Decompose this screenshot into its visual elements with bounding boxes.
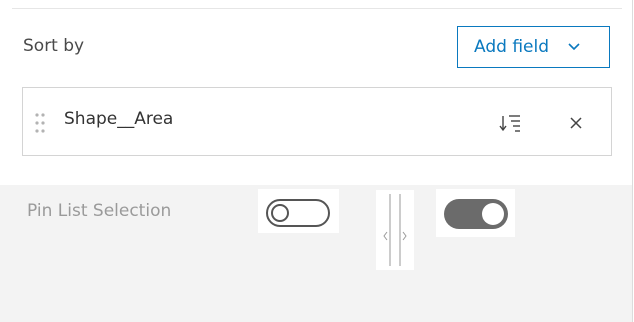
settings-frame: Sort by Add field Shape__Area Pin List S… [0, 0, 634, 322]
sort-panel: Sort by Add field Shape__Area [0, 0, 633, 185]
sort-field-item: Shape__Area [22, 87, 612, 156]
add-field-button[interactable]: Add field [457, 26, 610, 68]
divider [12, 8, 622, 9]
pin-list-panel: Pin List Selection [0, 185, 633, 322]
pin-list-toggle-off[interactable] [266, 199, 330, 227]
sort-field-name: Shape__Area [64, 109, 174, 129]
pin-list-toggle-on[interactable] [444, 199, 508, 229]
add-field-button-label: Add field [474, 37, 549, 57]
toggle-knob [482, 203, 504, 225]
toggle-off-container [258, 189, 339, 233]
sort-by-label: Sort by [23, 36, 85, 56]
close-icon[interactable] [569, 115, 583, 129]
toggle-on-container [436, 189, 515, 237]
chevron-down-icon [567, 40, 581, 54]
toggle-knob [271, 204, 289, 222]
splitter-handle[interactable] [376, 190, 414, 270]
drag-handle-icon[interactable] [34, 112, 46, 134]
pin-list-selection-label: Pin List Selection [27, 201, 172, 221]
sort-descending-icon[interactable] [498, 111, 524, 135]
